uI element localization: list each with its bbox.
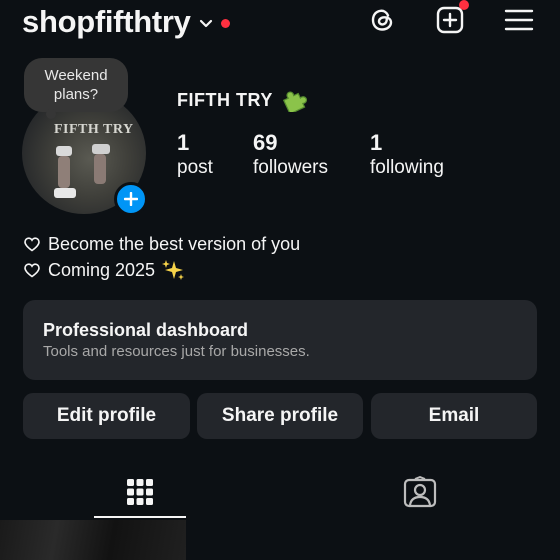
- stat-posts[interactable]: 1 post: [177, 130, 213, 180]
- chevron-down-icon: [199, 19, 212, 28]
- sparkles-icon: [162, 260, 185, 280]
- puzzle-piece-icon: [282, 91, 307, 112]
- post-thumbnail[interactable]: [0, 520, 186, 560]
- unread-dot: [220, 18, 230, 28]
- bio-text: Become the best version of you: [48, 234, 301, 254]
- following-count: 1: [370, 130, 383, 155]
- profile-note-bubble[interactable]: Weekend plans?: [24, 58, 128, 119]
- stat-followers[interactable]: 69 followers: [253, 130, 328, 180]
- tagged-person-icon: [403, 476, 437, 508]
- tab-tagged[interactable]: [374, 466, 466, 518]
- following-label: following: [370, 157, 444, 178]
- display-name: FIFTH TRY: [177, 88, 307, 112]
- grid-icon: [127, 479, 153, 505]
- stat-following[interactable]: 1 following: [370, 130, 444, 180]
- top-bar: shopfifthtry: [0, 0, 560, 44]
- tab-grid[interactable]: [94, 466, 186, 518]
- account-switcher[interactable]: shopfifthtry: [22, 4, 230, 40]
- avatar-brand-text: FIFTH TRY: [54, 122, 134, 137]
- bio-line: Become the best version of you: [24, 231, 300, 257]
- dashboard-subtitle: Tools and resources just for businesses.: [43, 343, 310, 360]
- notification-dot: [459, 0, 469, 10]
- email-button[interactable]: Email: [371, 393, 537, 439]
- bio-text: Coming 2025: [48, 260, 156, 280]
- avatar-photo-shapes: [54, 144, 110, 198]
- bio-line: Coming 2025: [24, 257, 300, 283]
- plus-icon: [124, 192, 138, 206]
- create-post-icon[interactable]: [434, 0, 469, 36]
- share-profile-button[interactable]: Share profile: [197, 393, 363, 439]
- dashboard-title: Professional dashboard: [43, 320, 249, 340]
- menu-icon[interactable]: [503, 4, 535, 36]
- threads-icon[interactable]: [366, 4, 398, 36]
- username: shopfifthtry: [22, 4, 191, 39]
- followers-label: followers: [253, 157, 328, 178]
- edit-profile-button[interactable]: Edit profile: [23, 393, 190, 439]
- heart-outline-icon: [24, 236, 40, 251]
- add-story-button[interactable]: [114, 182, 148, 216]
- professional-dashboard[interactable]: Professional dashboard Tools and resourc…: [23, 300, 537, 380]
- posts-label: post: [177, 157, 213, 178]
- display-name-text: FIFTH TRY: [177, 89, 273, 110]
- profile-note-text: Weekend plans?: [44, 67, 108, 103]
- active-tab-indicator: [94, 516, 186, 518]
- heart-outline-icon: [24, 262, 40, 277]
- bio: Become the best version of you Coming 20…: [24, 231, 300, 283]
- posts-count: 1: [177, 130, 190, 155]
- followers-count: 69: [253, 130, 278, 155]
